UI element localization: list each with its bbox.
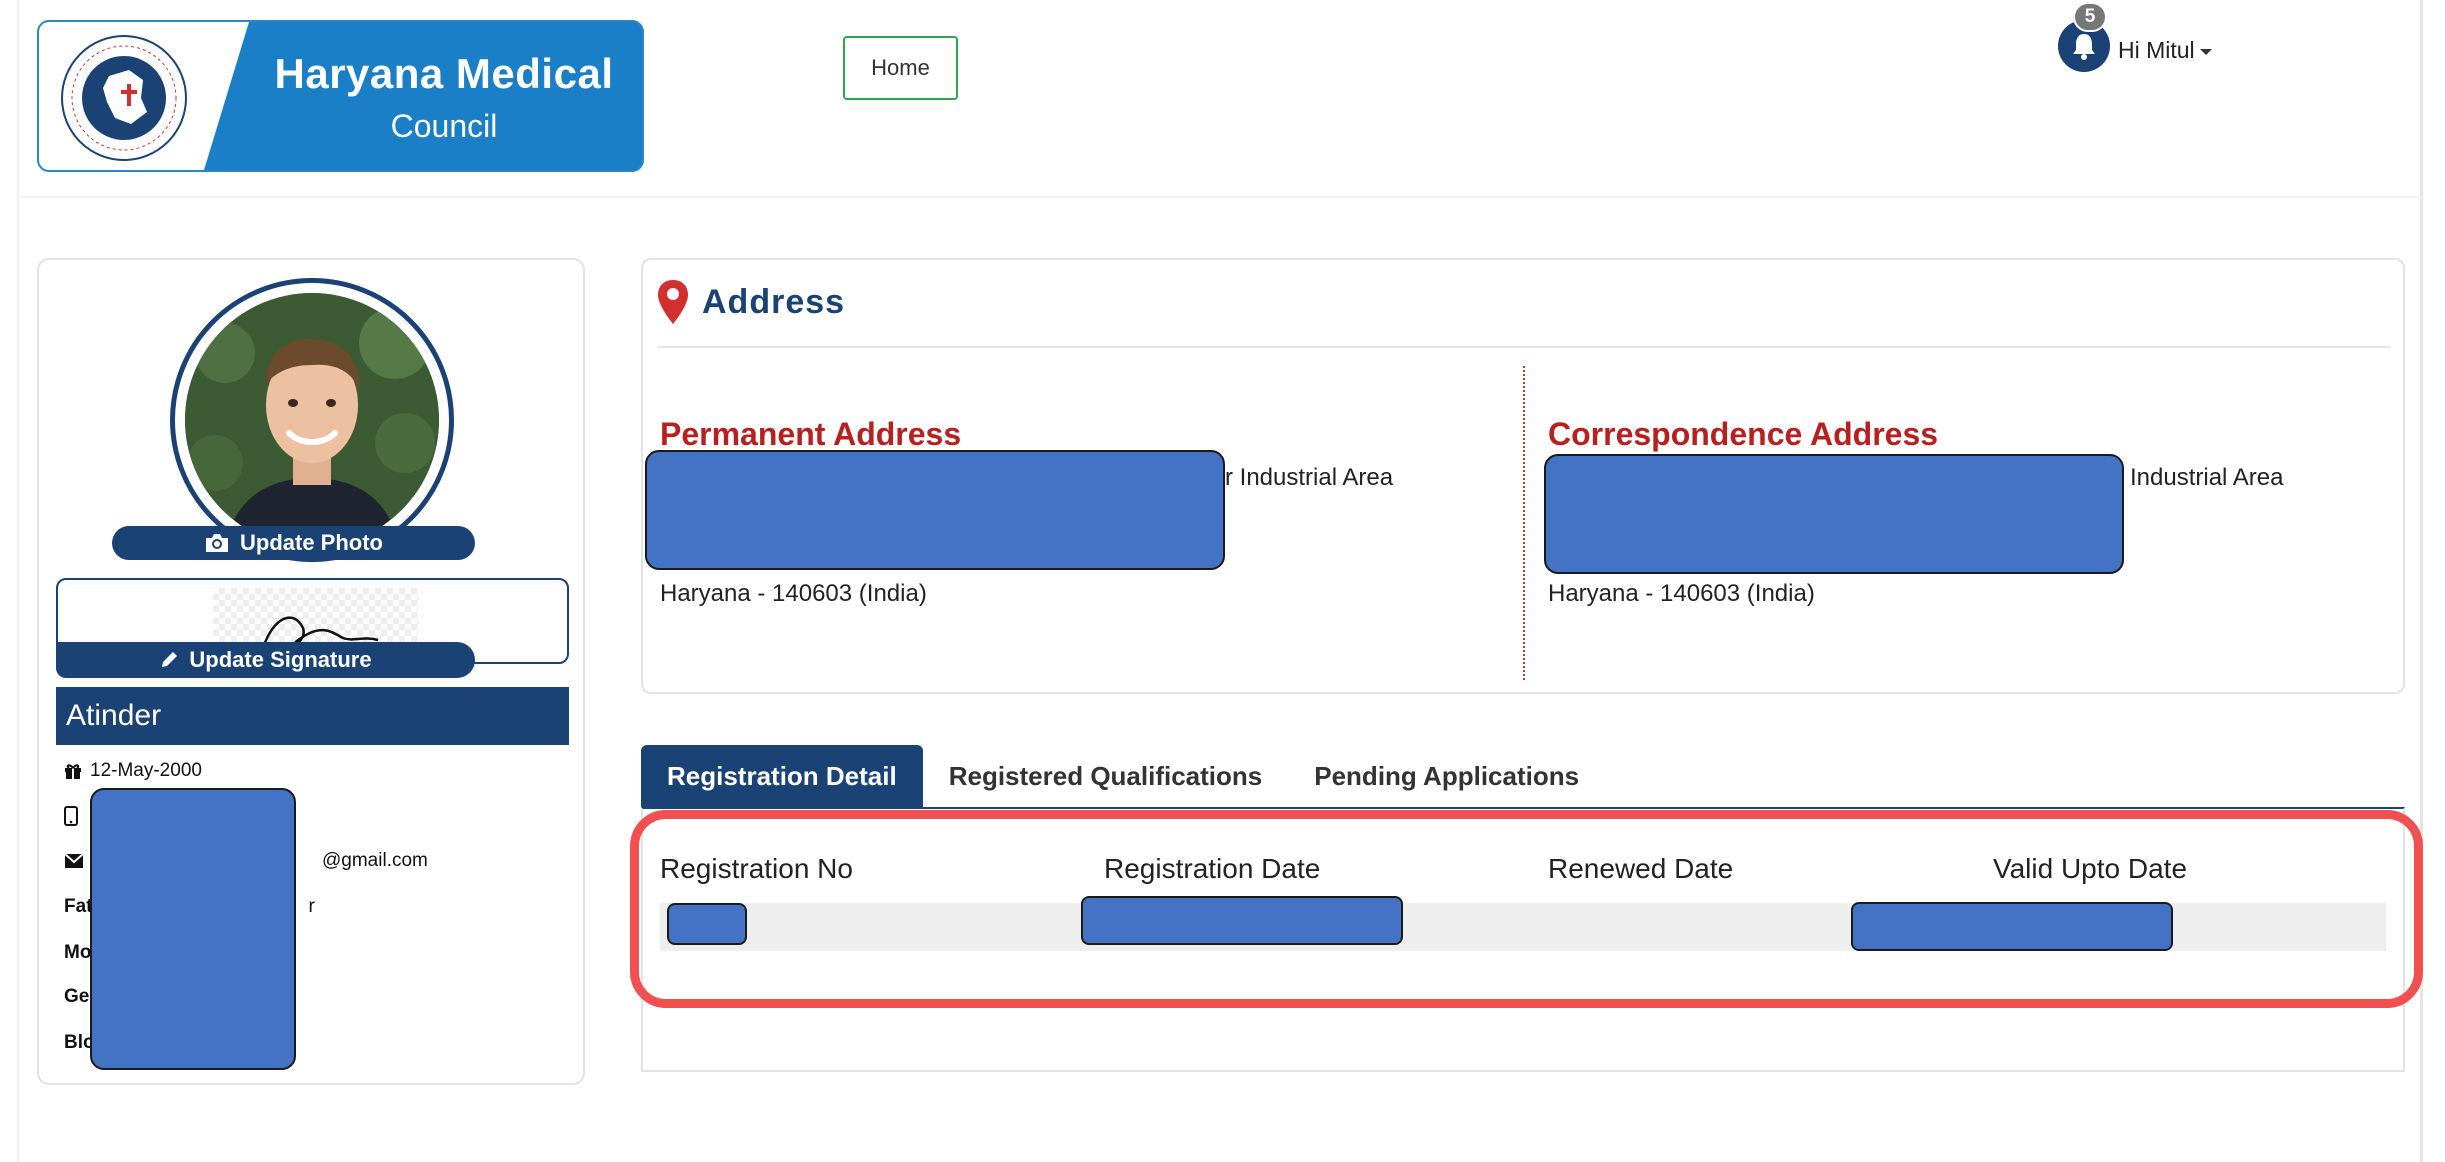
correspondence-address-heading: Correspondence Address bbox=[1548, 416, 1939, 452]
email-value-fragment: @gmail.com bbox=[322, 850, 428, 871]
page: Haryana Medical Council Home 5 Hi Mitul bbox=[0, 0, 2445, 1162]
logo-title: Haryana Medical bbox=[274, 50, 614, 97]
correspondence-address-line1: Industrial Area bbox=[2130, 464, 2284, 491]
dob-value: 12-May-2000 bbox=[90, 760, 202, 781]
profile-name: Atinder bbox=[56, 687, 569, 745]
gender-label: Ge bbox=[64, 986, 90, 1007]
notification-count-badge: 5 bbox=[2073, 2, 2107, 32]
permanent-address-heading: Permanent Address bbox=[660, 416, 962, 452]
update-photo-label: Update Photo bbox=[240, 530, 383, 555]
update-signature-label: Update Signature bbox=[189, 647, 372, 672]
address-divider bbox=[658, 346, 2390, 348]
camera-icon bbox=[206, 534, 228, 552]
gift-icon bbox=[65, 764, 81, 779]
profile-tabs: Registration Detail Registered Qualifica… bbox=[641, 745, 1605, 807]
mother-row: Mo bbox=[64, 942, 91, 964]
frame-border-left bbox=[17, 0, 19, 1162]
address-column-divider bbox=[1523, 366, 1525, 680]
dob-row: 12-May-2000 bbox=[64, 760, 202, 782]
tab-registration-detail[interactable]: Registration Detail bbox=[641, 745, 923, 807]
envelope-icon bbox=[64, 853, 84, 868]
user-greeting: Hi Mitul bbox=[2118, 37, 2195, 63]
bell-icon bbox=[2073, 34, 2095, 60]
mother-label: Mo bbox=[64, 942, 92, 963]
redaction-box bbox=[645, 450, 1225, 570]
council-seal-icon bbox=[61, 35, 187, 161]
frame-border-right bbox=[2420, 0, 2423, 1162]
mobile-row bbox=[64, 806, 78, 826]
address-title: Address bbox=[702, 282, 846, 321]
mobile-icon bbox=[64, 806, 78, 826]
user-menu-dropdown[interactable]: Hi Mitul bbox=[2118, 37, 2212, 64]
update-signature-button[interactable]: Update Signature bbox=[56, 642, 475, 678]
address-header: Address bbox=[658, 280, 845, 324]
permanent-address-line1: r Industrial Area bbox=[1225, 464, 1394, 491]
gender-row: Ge bbox=[64, 986, 89, 1008]
father-label: Fat bbox=[64, 896, 93, 917]
redaction-box bbox=[90, 788, 296, 1070]
logo-subtitle: Council bbox=[390, 108, 498, 144]
redaction-box bbox=[1544, 454, 2124, 574]
tab-registered-qualifications[interactable]: Registered Qualifications bbox=[923, 745, 1289, 807]
header-divider bbox=[17, 196, 2422, 198]
update-photo-button[interactable]: Update Photo bbox=[112, 526, 475, 560]
annotation-highlight bbox=[630, 810, 2423, 1008]
home-button[interactable]: Home bbox=[843, 36, 958, 100]
profile-photo-frame bbox=[170, 278, 454, 562]
caret-down-icon bbox=[2199, 48, 2212, 55]
map-pin-icon bbox=[658, 280, 688, 324]
permanent-address-line2: Haryana - 140603 (India) bbox=[660, 580, 927, 607]
correspondence-address-line2: Haryana - 140603 (India) bbox=[1548, 580, 1815, 607]
tab-pending-applications[interactable]: Pending Applications bbox=[1288, 745, 1605, 807]
father-value-fragment: r bbox=[308, 896, 315, 917]
council-logo[interactable]: Haryana Medical Council bbox=[37, 20, 644, 172]
person-photo-illustration bbox=[185, 293, 439, 547]
profile-photo bbox=[185, 293, 439, 547]
pencil-icon bbox=[162, 652, 178, 667]
